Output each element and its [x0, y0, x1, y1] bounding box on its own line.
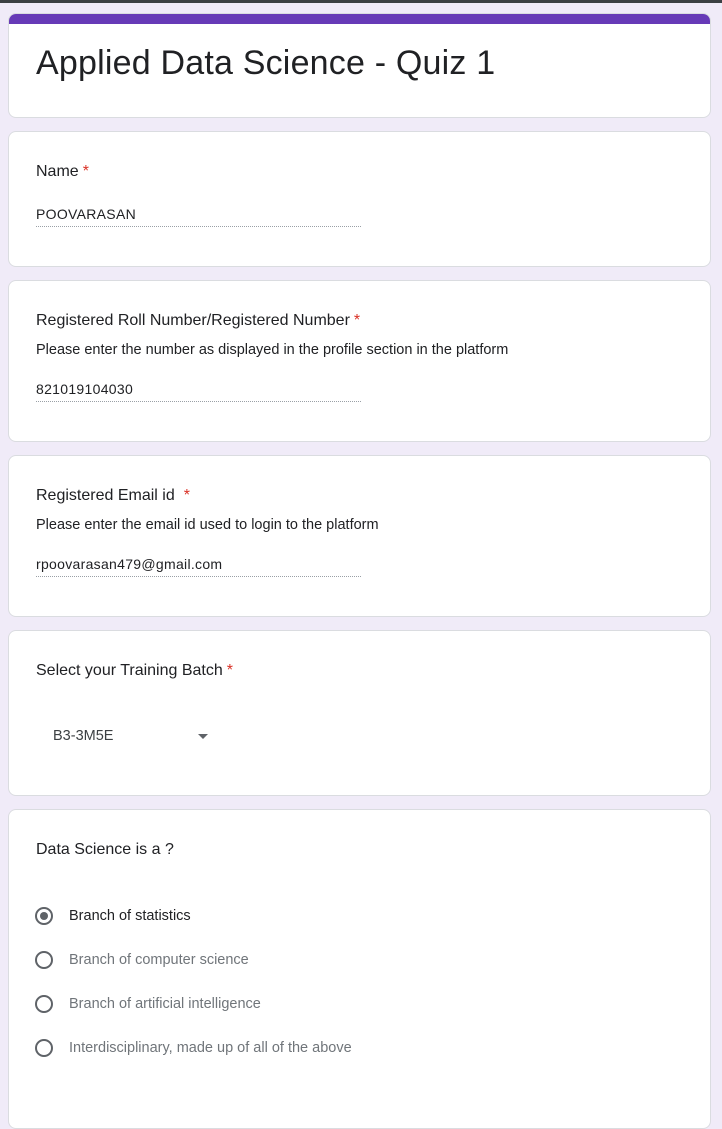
radio-option-artificial-intelligence[interactable]: Branch of artificial intelligence — [35, 992, 261, 1016]
required-asterisk: * — [183, 487, 190, 504]
radio-unchecked-icon[interactable] — [35, 995, 53, 1013]
radio-option-statistics[interactable]: Branch of statistics — [35, 904, 191, 928]
roll-number-input-value: 821019104030 — [36, 381, 134, 397]
question-card-name: Name * POOVARASAN — [8, 131, 711, 267]
form-header-card: Applied Data Science - Quiz 1 — [8, 13, 711, 118]
radio-option-label: Branch of statistics — [69, 908, 191, 924]
question-description-roll-number: Please enter the number as displayed in … — [36, 342, 509, 358]
radio-option-interdisciplinary[interactable]: Interdisciplinary, made up of all of the… — [35, 1036, 352, 1060]
form-accent-bar — [9, 14, 710, 24]
batch-dropdown-value: B3-3M5E — [53, 728, 114, 744]
question-card-batch: Select your Training Batch * B3-3M5E — [8, 630, 711, 796]
name-input[interactable]: POOVARASAN — [36, 206, 361, 227]
radio-unchecked-icon[interactable] — [35, 951, 53, 969]
radio-checked-icon[interactable] — [35, 907, 53, 925]
required-asterisk: * — [82, 163, 89, 180]
question-card-mcq1: Data Science is a ? Branch of statistics… — [8, 809, 711, 1129]
window-top-border — [0, 0, 722, 3]
input-underline — [36, 576, 361, 577]
required-asterisk: * — [226, 662, 233, 679]
question-title-batch: Select your Training Batch * — [36, 662, 233, 679]
form-title: Applied Data Science - Quiz 1 — [36, 44, 496, 82]
input-underline — [36, 226, 361, 227]
question-title-mcq1: Data Science is a ? — [36, 841, 174, 858]
name-input-value: POOVARASAN — [36, 206, 136, 222]
roll-number-input[interactable]: 821019104030 — [36, 381, 361, 402]
email-input[interactable]: rpoovarasan479@gmail.com — [36, 556, 361, 577]
question-title-name: Name * — [36, 163, 89, 180]
caret-down-icon — [198, 734, 208, 739]
question-card-roll-number: Registered Roll Number/Registered Number… — [8, 280, 711, 442]
radio-option-computer-science[interactable]: Branch of computer science — [35, 948, 249, 972]
question-title-email: Registered Email id * — [36, 487, 190, 504]
question-description-email: Please enter the email id used to login … — [36, 517, 379, 533]
question-card-email: Registered Email id * Please enter the em… — [8, 455, 711, 617]
input-underline — [36, 401, 361, 402]
radio-unchecked-icon[interactable] — [35, 1039, 53, 1057]
required-asterisk: * — [353, 312, 361, 329]
radio-option-label: Branch of computer science — [69, 952, 249, 968]
question-title-roll-number: Registered Roll Number/Registered Number… — [36, 312, 361, 329]
radio-option-label: Interdisciplinary, made up of all of the… — [69, 1040, 352, 1056]
radio-option-label: Branch of artificial intelligence — [69, 996, 261, 1012]
email-input-value: rpoovarasan479@gmail.com — [36, 556, 223, 572]
batch-dropdown[interactable]: B3-3M5E — [36, 721, 216, 751]
